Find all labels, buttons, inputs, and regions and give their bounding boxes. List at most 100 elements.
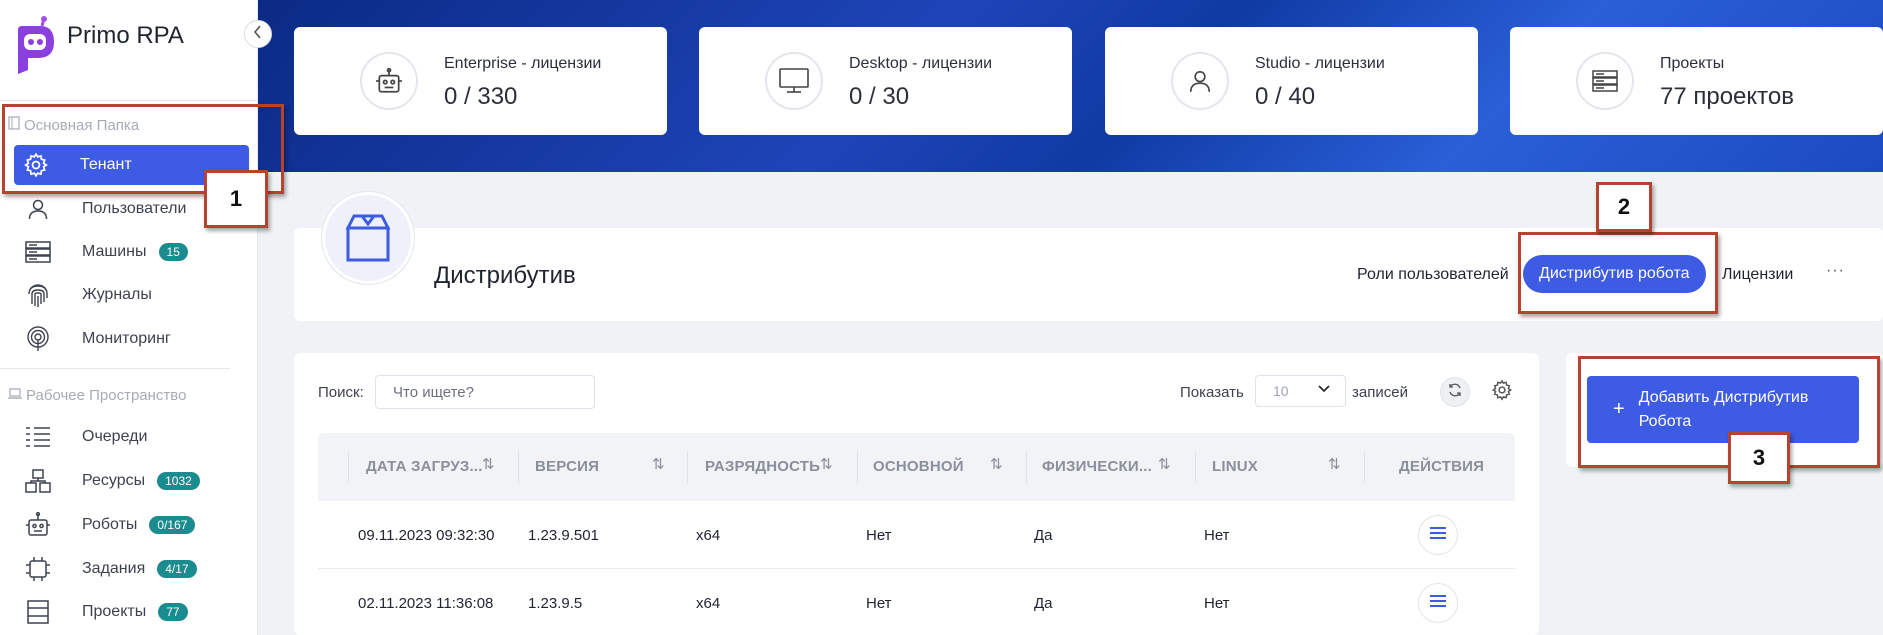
refresh-icon	[1447, 382, 1463, 403]
sort-icon[interactable]: ⇅	[1328, 455, 1341, 473]
column-separator	[857, 451, 858, 483]
server-icon	[24, 238, 52, 266]
resources-icon	[24, 467, 52, 495]
row-actions-button[interactable]	[1418, 583, 1458, 623]
row-actions-button[interactable]	[1418, 515, 1458, 555]
callout-highlight-2	[1518, 232, 1718, 314]
cell-bits: x64	[696, 595, 721, 612]
resources-count-badge: 1032	[157, 472, 200, 490]
stat-value: 0 / 40	[1255, 83, 1316, 110]
callout-number-2: 2	[1596, 182, 1652, 232]
show-label: Показать	[1180, 384, 1244, 401]
page-size-select[interactable]: 10	[1255, 375, 1346, 407]
sidebar-item-projects[interactable]: Проекты 77	[16, 592, 248, 632]
column-separator	[1195, 451, 1196, 483]
sidebar-item-machines[interactable]: Машины 15	[16, 232, 248, 272]
search-input[interactable]	[375, 375, 595, 409]
monitor-icon	[765, 52, 823, 110]
column-separator	[1026, 451, 1027, 483]
sidebar: Primo RPA Основная Папка Тенант Пользова…	[0, 0, 258, 635]
more-menu-icon[interactable]: ···	[1826, 262, 1845, 280]
stat-label: Enterprise - лицензии	[444, 55, 602, 72]
stat-card-desktop: Desktop - лицензии 0 / 30	[699, 27, 1072, 135]
projects-count-badge: 77	[158, 603, 188, 621]
user-icon	[24, 195, 52, 223]
cell-main: Нет	[866, 595, 892, 612]
box-icon	[322, 192, 414, 284]
tab-licenses[interactable]: Лицензии	[1722, 266, 1793, 284]
table-row: 09.11.2023 09:32:30 1.23.9.501 x64 Нет Д…	[318, 501, 1515, 569]
column-header-physical[interactable]: ФИЗИЧЕСКИ...	[1042, 458, 1152, 475]
cell-main: Нет	[866, 527, 892, 544]
projects-icon	[24, 598, 52, 626]
stat-label: Проекты	[1660, 55, 1725, 72]
cell-physical: Да	[1034, 527, 1053, 544]
stat-value: 0 / 30	[849, 83, 910, 110]
fingerprint-icon	[24, 281, 52, 309]
cell-date: 09.11.2023 09:32:30	[358, 527, 495, 544]
table-row: 02.11.2023 11:36:08 1.23.9.5 x64 Нет Да …	[318, 569, 1515, 635]
app-title: Primo RPA	[67, 22, 184, 49]
cell-version: 1.23.9.5	[528, 595, 583, 612]
column-separator	[687, 451, 688, 483]
sidebar-item-monitoring[interactable]: Мониторинг	[16, 319, 248, 359]
column-header-linux[interactable]: LINUX	[1212, 458, 1258, 475]
column-separator	[348, 451, 349, 483]
chevron-down-icon	[1317, 382, 1331, 399]
stat-label: Studio - лицензии	[1255, 55, 1385, 72]
records-label: записей	[1352, 384, 1408, 401]
sidebar-collapse-button[interactable]	[244, 20, 272, 48]
stat-card-projects: Проекты 77 проектов	[1510, 27, 1883, 135]
monitoring-icon	[24, 325, 52, 353]
sort-icon[interactable]: ⇅	[482, 455, 495, 473]
server-icon	[1576, 52, 1634, 110]
search-label: Поиск:	[318, 384, 364, 401]
column-header-version[interactable]: ВЕРСИЯ	[535, 458, 599, 475]
menu-icon	[1429, 526, 1447, 545]
workspace-icon	[8, 387, 22, 404]
sort-icon[interactable]: ⇅	[990, 455, 1003, 473]
sort-icon[interactable]: ⇅	[652, 455, 665, 473]
sidebar-item-queues[interactable]: Очереди	[16, 417, 248, 457]
sidebar-item-resources[interactable]: Ресурсы 1032	[16, 461, 248, 501]
column-header-main[interactable]: ОСНОВНОЙ	[873, 458, 964, 475]
column-separator	[518, 451, 519, 483]
column-header-actions: ДЕЙСТВИЯ	[1399, 458, 1485, 475]
robot-icon	[360, 52, 418, 110]
sort-icon[interactable]: ⇅	[820, 455, 833, 473]
sort-icon[interactable]: ⇅	[1158, 455, 1171, 473]
sidebar-divider	[0, 100, 258, 101]
list-icon	[24, 423, 52, 451]
user-icon	[1171, 52, 1229, 110]
stat-card-studio: Studio - лицензии 0 / 40	[1105, 27, 1478, 135]
stat-value: 77 проектов	[1660, 83, 1794, 110]
cell-date: 02.11.2023 11:36:08	[358, 595, 494, 612]
cell-physical: Да	[1034, 595, 1053, 612]
sidebar-divider	[0, 368, 230, 369]
page-title: Дистрибутив	[434, 262, 576, 289]
stat-value: 0 / 330	[444, 83, 518, 110]
sidebar-item-robots[interactable]: Роботы 0/167	[16, 505, 248, 545]
sidebar-item-logs[interactable]: Журналы	[16, 275, 248, 315]
tasks-icon	[24, 555, 52, 583]
stat-label: Desktop - лицензии	[849, 55, 993, 72]
column-header-date[interactable]: ДАТА ЗАГРУЗ...	[366, 458, 483, 475]
cell-bits: x64	[696, 527, 721, 544]
chevron-left-icon	[253, 24, 263, 44]
robots-count-badge: 0/167	[149, 516, 196, 534]
table-settings-button[interactable]	[1488, 378, 1516, 406]
gear-icon	[1491, 378, 1513, 406]
column-header-bits[interactable]: РАЗРЯДНОСТЬ	[705, 458, 820, 475]
refresh-button[interactable]	[1440, 377, 1470, 407]
tab-user-roles[interactable]: Роли пользователей	[1357, 266, 1509, 284]
column-separator	[1364, 451, 1365, 483]
tasks-count-badge: 4/17	[157, 560, 197, 578]
machines-count-badge: 15	[158, 243, 188, 261]
sidebar-section-workspace: Рабочее Пространство	[8, 387, 186, 404]
cell-linux: Нет	[1204, 527, 1230, 544]
robot-icon	[24, 511, 52, 539]
stat-card-enterprise: Enterprise - лицензии 0 / 330	[294, 27, 667, 135]
menu-icon	[1429, 594, 1447, 613]
sidebar-item-tasks[interactable]: Задания 4/17	[16, 549, 248, 589]
callout-number-3: 3	[1728, 432, 1790, 484]
